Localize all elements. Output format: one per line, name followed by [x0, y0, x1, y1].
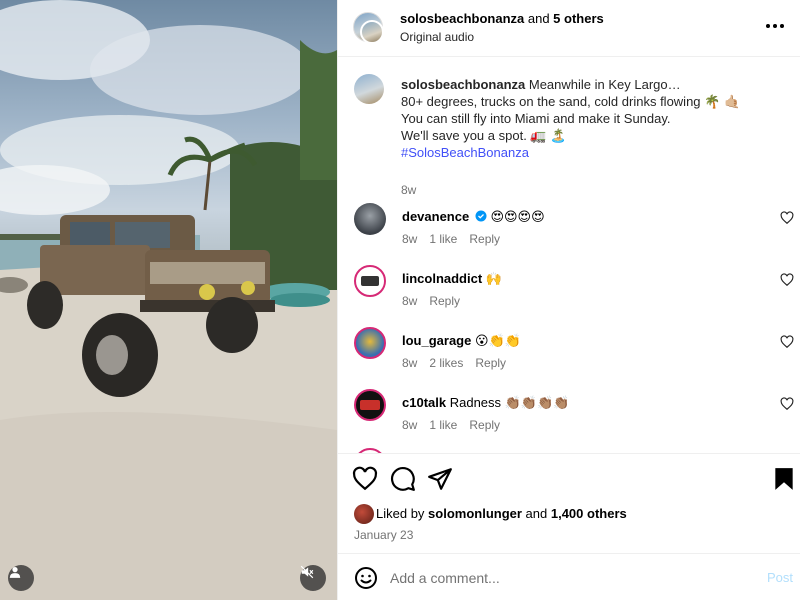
comment-meta: 8w 1 like Reply — [402, 418, 512, 432]
user-tag-button[interactable] — [8, 565, 34, 591]
commenter-username[interactable]: lincolnaddict — [402, 271, 482, 286]
liked-prefix: Liked by — [376, 506, 429, 521]
commenter-username[interactable]: c10talk — [402, 395, 446, 410]
reply-button[interactable]: Reply — [429, 294, 460, 308]
caption-time[interactable]: 8w — [401, 183, 416, 197]
caption-line-2: 80+ degrees, trucks on the sand, cold dr… — [401, 94, 741, 109]
caption-line-1: Meanwhile in Key Largo… — [528, 77, 681, 92]
reply-button[interactable]: Reply — [469, 418, 500, 432]
mute-button[interactable] — [300, 565, 326, 591]
caption-hashtag[interactable]: #SolosBeachBonanza — [401, 144, 791, 161]
heart-icon[interactable] — [780, 335, 794, 349]
comment-item: devanence 😍😍😍😍 8w 1 like Reply — [354, 203, 794, 253]
comment-body: Radness 👏🏽👏🏽👏🏽👏🏽 — [449, 395, 570, 410]
liked-and: and — [521, 506, 551, 521]
truck-on-beach-photo — [0, 0, 337, 600]
caption-username[interactable]: solosbeachbonanza — [401, 77, 525, 92]
more-options-icon[interactable] — [763, 14, 787, 38]
commenter-username[interactable]: devanence — [402, 209, 469, 224]
audio-label[interactable]: Original audio — [400, 30, 474, 44]
collaborator-avatar[interactable] — [360, 20, 384, 44]
comment-body: 😮👏👏 — [474, 333, 521, 348]
comment-meta: 8w 2 likes Reply — [402, 356, 518, 370]
commenter-avatar[interactable] — [354, 203, 386, 235]
comment-time[interactable]: 8w — [402, 356, 417, 370]
commenter-avatar[interactable] — [354, 265, 386, 297]
comment-text: devanence 😍😍😍😍 — [402, 209, 545, 225]
reply-button[interactable]: Reply — [475, 356, 506, 370]
post-details-panel: solosbeachbonanza and 5 others Original … — [337, 0, 800, 600]
muted-speaker-icon — [300, 565, 314, 579]
caption-text: solosbeachbonanza Meanwhile in Key Largo… — [401, 76, 791, 161]
post-actions: Liked by solomonlunger and 1,400 others … — [338, 453, 800, 553]
comment-time[interactable]: 8w — [402, 418, 417, 432]
bookmark-saved-icon[interactable] — [771, 466, 797, 492]
post-comment-button[interactable]: Post — [767, 570, 793, 585]
caption-line-4: We'll save you a spot. 🚛 🏝️ — [401, 128, 567, 143]
person-icon — [9, 567, 21, 578]
post-media[interactable] — [0, 0, 337, 600]
reply-button[interactable]: Reply — [469, 232, 500, 246]
heart-icon[interactable] — [780, 273, 794, 287]
comment-time[interactable]: 8w — [402, 294, 417, 308]
liker-avatar[interactable] — [354, 504, 374, 524]
comment-text: c10talk Radness 👏🏽👏🏽👏🏽👏🏽 — [402, 395, 569, 411]
heart-icon[interactable] — [780, 211, 794, 225]
comment-body: 😍😍😍😍 — [490, 209, 545, 224]
verified-badge-icon — [475, 210, 487, 222]
liker-username[interactable]: solomonlunger — [428, 506, 522, 521]
likes-count[interactable]: 1,400 others — [551, 506, 627, 521]
comments-list[interactable]: solosbeachbonanza Meanwhile in Key Largo… — [338, 58, 800, 453]
comment-time[interactable]: 8w — [402, 232, 417, 246]
like-heart-icon[interactable] — [352, 466, 378, 492]
emoji-icon[interactable] — [354, 566, 378, 590]
author-username[interactable]: solosbeachbonanza — [400, 11, 524, 26]
comment-input[interactable] — [390, 564, 740, 592]
comment-likes[interactable]: 1 like — [429, 418, 457, 432]
comment-text: lou_garage 😮👏👏 — [402, 333, 521, 349]
comment-item: lincolnaddict 🙌 8w Reply — [354, 265, 794, 315]
comment-body: 🙌 — [485, 271, 502, 286]
post-header: solosbeachbonanza and 5 others Original … — [338, 0, 800, 57]
others-link[interactable]: 5 others — [553, 11, 604, 26]
share-paper-plane-icon[interactable] — [427, 466, 453, 492]
heart-icon[interactable] — [780, 397, 794, 411]
post-date[interactable]: January 23 — [354, 528, 413, 542]
comment-bubble-icon[interactable] — [390, 466, 416, 492]
commenter-avatar[interactable] — [354, 389, 386, 421]
comment-likes[interactable]: 1 like — [429, 232, 457, 246]
comment-likes[interactable]: 2 likes — [429, 356, 463, 370]
comment-item: lou_garage 😮👏👏 8w 2 likes Reply — [354, 327, 794, 377]
comment-item: c10talk Radness 👏🏽👏🏽👏🏽👏🏽 8w 1 like Reply — [354, 389, 794, 439]
post-authors: solosbeachbonanza and 5 others — [400, 11, 604, 26]
caption-author-avatar[interactable] — [354, 74, 384, 104]
comment-text: lincolnaddict 🙌 — [402, 271, 502, 287]
commenter-avatar[interactable] — [354, 327, 386, 359]
authors-and-text: and — [524, 11, 554, 26]
comment-meta: 8w Reply — [402, 294, 472, 308]
commenter-username[interactable]: lou_garage — [402, 333, 471, 348]
caption-line-3: You can still fly into Miami and make it… — [401, 111, 671, 126]
comment-meta: 8w 1 like Reply — [402, 232, 512, 246]
add-comment-bar: Post — [338, 553, 800, 600]
